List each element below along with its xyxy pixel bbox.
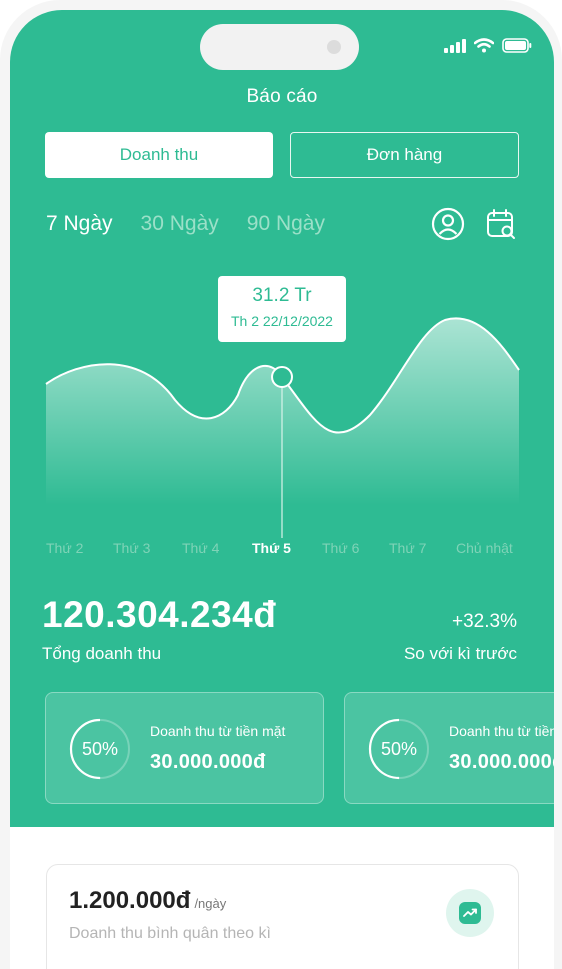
card-value: 30.000.000đ bbox=[150, 751, 266, 773]
x-tick-label-selected[interactable]: Thứ 5 bbox=[252, 540, 291, 556]
battery-icon bbox=[502, 38, 532, 53]
x-tick-label: Thứ 6 bbox=[322, 540, 360, 556]
page-title: Báo cáo bbox=[246, 86, 318, 107]
tab-orders[interactable]: Đơn hàng bbox=[290, 132, 519, 178]
status-bar bbox=[444, 38, 532, 53]
tab-revenue[interactable]: Doanh thu bbox=[45, 132, 273, 178]
screen: Báo cáo Doanh thu Đơn hàng 7 Ngày 30 Ngà… bbox=[10, 10, 554, 969]
total-revenue-value: 120.304.234đ bbox=[42, 594, 277, 635]
period-selector: 7 Ngày 30 Ngày 90 Ngày bbox=[46, 212, 325, 236]
period-90-days[interactable]: 90 Ngày bbox=[247, 212, 325, 236]
signal-icon bbox=[444, 38, 466, 53]
camera-dot bbox=[327, 40, 341, 54]
average-revenue-label: Doanh thu bình quân theo kì bbox=[69, 925, 271, 942]
tooltip-value: 31.2 Tr bbox=[252, 285, 312, 306]
phone-frame: Báo cáo Doanh thu Đơn hàng 7 Ngày 30 Ngà… bbox=[0, 0, 562, 969]
x-tick-label: Chủ nhật bbox=[456, 540, 513, 556]
average-unit: /ngày bbox=[194, 896, 227, 911]
total-revenue-label: Tổng doanh thu bbox=[42, 644, 162, 663]
report-header-panel: Báo cáo Doanh thu Đơn hàng 7 Ngày 30 Ngà… bbox=[10, 10, 554, 827]
x-tick-label: Thứ 7 bbox=[389, 540, 427, 556]
card-percent: 50% bbox=[380, 739, 418, 759]
average-revenue-value: 1.200.000đ/ngày bbox=[69, 887, 226, 915]
highlight-point bbox=[271, 366, 293, 388]
change-percent: +32.3% bbox=[452, 611, 517, 632]
period-7-days[interactable]: 7 Ngày bbox=[46, 212, 113, 236]
card-label: Doanh thu từ tiền bbox=[449, 723, 554, 739]
card-percent: 50% bbox=[81, 739, 119, 759]
trend-up-icon bbox=[446, 889, 494, 937]
change-label: So với kì trước bbox=[403, 644, 517, 663]
card-label: Doanh thu từ tiền mặt bbox=[150, 723, 286, 739]
x-axis-labels: Thứ 2 Thứ 3 Thứ 4 Thứ 5 Thứ 6 Thứ 7 Chủ … bbox=[10, 540, 554, 560]
card-value: 30.000.000đ bbox=[449, 751, 554, 773]
chart-tooltip: 31.2 Tr Th 2 22/12/2022 bbox=[218, 276, 346, 342]
x-tick-label: Thứ 4 bbox=[182, 540, 220, 556]
user-circle-icon[interactable] bbox=[431, 207, 465, 241]
revenue-source-card[interactable]: 50% Doanh thu từ tiền 30.000.000đ bbox=[344, 692, 554, 804]
x-tick-label: Thứ 2 bbox=[46, 540, 84, 556]
average-value-text: 1.200.000đ bbox=[69, 887, 191, 914]
period-30-days[interactable]: 30 Ngày bbox=[141, 212, 219, 236]
revenue-source-card[interactable]: 50% Doanh thu từ tiền mặt 30.000.000đ bbox=[45, 692, 324, 804]
average-revenue-card[interactable]: 1.200.000đ/ngày Doanh thu bình quân theo… bbox=[46, 864, 519, 969]
x-tick-label: Thứ 3 bbox=[113, 540, 151, 556]
wifi-icon bbox=[474, 38, 494, 53]
calendar-search-icon[interactable] bbox=[484, 207, 518, 241]
tooltip-date: Th 2 22/12/2022 bbox=[231, 313, 333, 329]
dynamic-island bbox=[200, 24, 359, 70]
